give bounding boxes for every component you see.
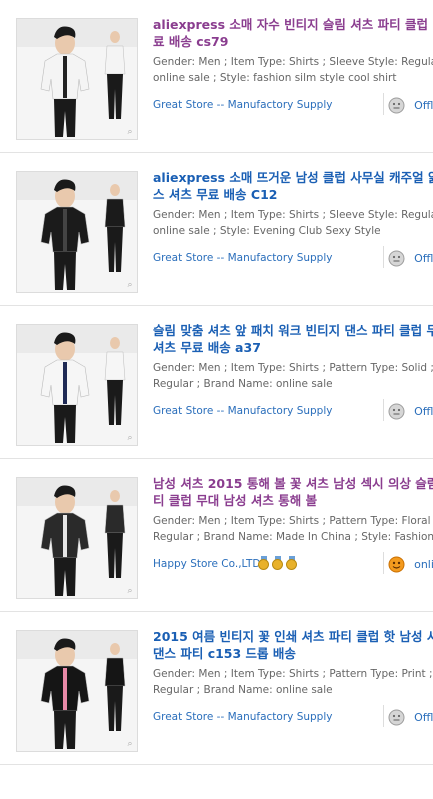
product-photo: [17, 172, 137, 292]
title-line-2: 티 클럽 무대 남성 셔츠 통해 볼: [153, 493, 318, 508]
seller-status[interactable]: Offline: [388, 248, 433, 268]
attributes-line-2: online sale ; Style: fashion silm style …: [153, 72, 397, 84]
divider: [383, 399, 384, 421]
title-line-1: aliexpress 소매 뜨거운 남성 클럽 사무실 캐주얼 얇은 섹시 레이…: [153, 170, 433, 185]
product-attributes: Gender: Men ; Item Type: Shirts ; Patter…: [153, 360, 433, 392]
zoom-icon[interactable]: ⌕: [125, 280, 135, 290]
title-line-1: aliexpress 소매 자수 빈티지 슬림 셔츠 파티 클럽 배송 무료 빈…: [153, 17, 433, 32]
gold-medal-icon: [258, 556, 270, 570]
divider: [383, 246, 384, 268]
seller-status-label: Offline: [414, 252, 433, 265]
attributes-line-1: Gender: Men ; Item Type: Shirts ; Sleeve…: [153, 56, 433, 68]
attributes-line-2: Regular ; Brand Name: online sale: [153, 684, 333, 696]
attributes-line-1: Gender: Men ; Item Type: Shirts ; Patter…: [153, 362, 433, 374]
list-item: ⌕ aliexpress 소매 뜨거운 남성 클럽 사무실 캐주얼 얇은 섹시 …: [0, 153, 433, 306]
product-title-link[interactable]: aliexpress 소매 자수 빈티지 슬림 셔츠 파티 클럽 배송 무료 빈…: [153, 16, 433, 50]
store-name-link[interactable]: Great Store -- Manufactory Supply: [153, 99, 332, 111]
offline-chat-icon: [388, 97, 405, 114]
offline-chat-icon: [388, 250, 405, 267]
divider: [383, 705, 384, 727]
divider: [383, 93, 384, 115]
attributes-line-1: Gender: Men ; Item Type: Shirts ; Sleeve…: [153, 209, 433, 221]
seller-status-label: Offline: [414, 405, 433, 418]
gold-medal-icon: [286, 556, 298, 570]
list-item: ⌕ 남성 셔츠 2015 통해 볼 꽃 셔츠 남성 섹시 의상 슬림 클럽 파 …: [0, 459, 433, 612]
attributes-line-2: Regular ; Brand Name: online sale: [153, 378, 333, 390]
title-line-2: 댄스 파티 c153 드롭 배송: [153, 646, 296, 661]
online-chat-icon: [388, 556, 405, 573]
store-name-link[interactable]: Great Store -- Manufactory Supply: [153, 711, 332, 723]
product-thumbnail[interactable]: ⌕: [16, 324, 138, 446]
seller-status-label: Offline: [414, 99, 433, 112]
product-title-link[interactable]: 남성 셔츠 2015 통해 볼 꽃 셔츠 남성 섹시 의상 슬림 클럽 파 티 …: [153, 475, 433, 509]
title-line-1: 남성 셔츠 2015 통해 볼 꽃 셔츠 남성 섹시 의상 슬림 클럽 파: [153, 476, 433, 491]
store-name-link[interactable]: Great Store -- Manufactory Supply: [153, 252, 332, 264]
store-name-link[interactable]: Happy Store Co.,LTD: [153, 558, 260, 570]
store-medals: [258, 555, 300, 574]
seller-status[interactable]: Offline: [388, 707, 433, 727]
product-attributes: Gender: Men ; Item Type: Shirts ; Patter…: [153, 666, 433, 698]
title-line-1: 2015 여름 빈티지 꽃 인쇄 셔츠 파티 클럽 핫 남성 셔츠 슬림: [153, 629, 433, 644]
offline-chat-icon: [388, 403, 405, 420]
attributes-line-2: Regular ; Brand Name: Made In China ; St…: [153, 531, 433, 543]
product-attributes: Gender: Men ; Item Type: Shirts ; Sleeve…: [153, 207, 433, 239]
product-title-link[interactable]: aliexpress 소매 뜨거운 남성 클럽 사무실 캐주얼 얇은 섹시 레이…: [153, 169, 433, 203]
title-line-2: 셔츠 무료 배송 a37: [153, 340, 261, 355]
divider: [383, 552, 384, 574]
product-photo: [17, 19, 137, 139]
list-item: ⌕ aliexpress 소매 자수 빈티지 슬림 셔츠 파티 클럽 배송 무료…: [0, 0, 433, 153]
offline-chat-icon: [388, 709, 405, 726]
zoom-icon[interactable]: ⌕: [125, 433, 135, 443]
attributes-line-2: online sale ; Style: Evening Club Sexy S…: [153, 225, 381, 237]
product-list: ⌕ aliexpress 소매 자수 빈티지 슬림 셔츠 파티 클럽 배송 무료…: [0, 0, 433, 765]
zoom-icon[interactable]: ⌕: [125, 127, 135, 137]
product-thumbnail[interactable]: ⌕: [16, 171, 138, 293]
attributes-line-1: Gender: Men ; Item Type: Shirts ; Patter…: [153, 515, 433, 527]
attributes-line-1: Gender: Men ; Item Type: Shirts ; Patter…: [153, 668, 433, 680]
store-name-link[interactable]: Great Store -- Manufactory Supply: [153, 405, 332, 417]
product-title-link[interactable]: 2015 여름 빈티지 꽃 인쇄 셔츠 파티 클럽 핫 남성 셔츠 슬림 댄스 …: [153, 628, 433, 662]
zoom-icon[interactable]: ⌕: [125, 586, 135, 596]
gold-medal-icon: [272, 556, 284, 570]
seller-status[interactable]: online: [388, 554, 433, 574]
title-line-2: 스 셔츠 무료 배송 C12: [153, 187, 278, 202]
zoom-icon[interactable]: ⌕: [125, 739, 135, 749]
list-item: ⌕ 2015 여름 빈티지 꽃 인쇄 셔츠 파티 클럽 핫 남성 셔츠 슬림 댄…: [0, 612, 433, 765]
list-item: ⌕ 슬림 맞춤 셔츠 앞 패치 워크 빈티지 댄스 파티 클럽 무대 남성 셔츠…: [0, 306, 433, 459]
title-line-1: 슬림 맞춤 셔츠 앞 패치 워크 빈티지 댄스 파티 클럽 무대 남성: [153, 323, 433, 338]
seller-status-label: online: [414, 558, 433, 571]
product-photo: [17, 325, 137, 445]
product-thumbnail[interactable]: ⌕: [16, 630, 138, 752]
product-photo: [17, 631, 137, 751]
product-thumbnail[interactable]: ⌕: [16, 18, 138, 140]
product-photo: [17, 478, 137, 598]
product-thumbnail[interactable]: ⌕: [16, 477, 138, 599]
product-attributes: Gender: Men ; Item Type: Shirts ; Patter…: [153, 513, 433, 545]
seller-status[interactable]: Offline: [388, 95, 433, 115]
title-line-2: 료 배송 cs79: [153, 34, 229, 49]
seller-status-label: Offline: [414, 711, 433, 724]
seller-status[interactable]: Offline: [388, 401, 433, 421]
product-title-link[interactable]: 슬림 맞춤 셔츠 앞 패치 워크 빈티지 댄스 파티 클럽 무대 남성 셔츠 무…: [153, 322, 433, 356]
product-attributes: Gender: Men ; Item Type: Shirts ; Sleeve…: [153, 54, 433, 86]
